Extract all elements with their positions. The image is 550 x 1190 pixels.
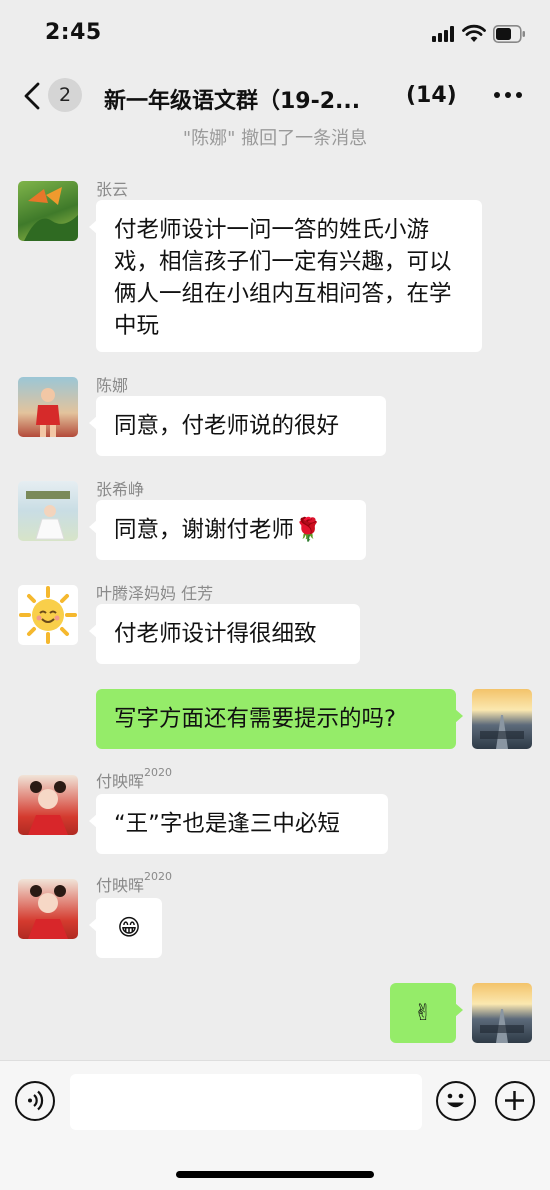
chat-header: 2 新一年级语文群（19-2... (14) [0, 62, 550, 128]
message-bubble[interactable]: 同意，谢谢付老师🌹 [89, 500, 366, 560]
back-chevron-icon[interactable] [18, 76, 48, 116]
emoji-icon[interactable] [436, 1081, 476, 1121]
wifi-icon [462, 24, 486, 42]
cellular-signal-icon [432, 26, 458, 42]
my-avatar[interactable] [472, 689, 532, 749]
sender-name: 张希峥 [96, 480, 145, 499]
status-bar: 2:45 [0, 0, 550, 62]
message-bubble[interactable]: 付老师设计得很细致 [89, 604, 360, 664]
more-dots-icon[interactable] [494, 92, 524, 100]
rose-emoji-icon: 🌹 [294, 517, 323, 543]
message-bubble[interactable]: 😁 [89, 898, 162, 958]
member-count: (14) [406, 83, 457, 108]
sender-name: 付映晖2020 [96, 870, 173, 895]
message-input[interactable] [70, 1074, 422, 1130]
sender-name: 付映晖2020 [96, 766, 173, 791]
battery-icon [493, 25, 525, 43]
status-time: 2:45 [45, 20, 102, 45]
avatar-zhangyun[interactable] [18, 181, 78, 241]
chat-title: 新一年级语文群（19-2... [104, 89, 361, 114]
plus-icon[interactable] [495, 1081, 535, 1121]
message-text: 同意，谢谢付老师 [114, 517, 295, 543]
voice-icon[interactable] [15, 1081, 55, 1121]
victory-hand-emoji-icon: ✌ [413, 1000, 433, 1026]
sender-name: 叶腾泽妈妈 任芳 [96, 584, 214, 603]
avatar-fuyinghui[interactable] [18, 775, 78, 835]
unread-count-badge[interactable]: 2 [48, 78, 82, 112]
avatar-zhangxizheng[interactable] [18, 481, 78, 541]
sender-name: 陈娜 [96, 376, 129, 395]
message-bubble[interactable]: 付老师设计一问一答的姓氏小游戏，相信孩子们一定有兴趣，可以俩人一组在小组内互相问… [89, 200, 482, 352]
message-bubble[interactable]: “王”字也是逢三中必短 [89, 794, 388, 854]
my-message-bubble[interactable]: 写字方面还有需要提示的吗? [96, 689, 463, 749]
message-bubble[interactable]: 同意，付老师说的很好 [89, 396, 386, 456]
input-bar [0, 1060, 550, 1190]
sender-name: 张云 [96, 180, 129, 199]
avatar-sun[interactable] [18, 585, 78, 645]
grin-emoji-icon: 😁 [117, 915, 141, 941]
my-avatar[interactable] [472, 983, 532, 1043]
avatar-chenna[interactable] [18, 377, 78, 437]
home-indicator [176, 1171, 374, 1178]
recall-notice: "陈娜" 撤回了一条消息 [182, 128, 368, 149]
my-message-bubble[interactable]: ✌ [390, 983, 463, 1043]
avatar-fuyinghui[interactable] [18, 879, 78, 939]
